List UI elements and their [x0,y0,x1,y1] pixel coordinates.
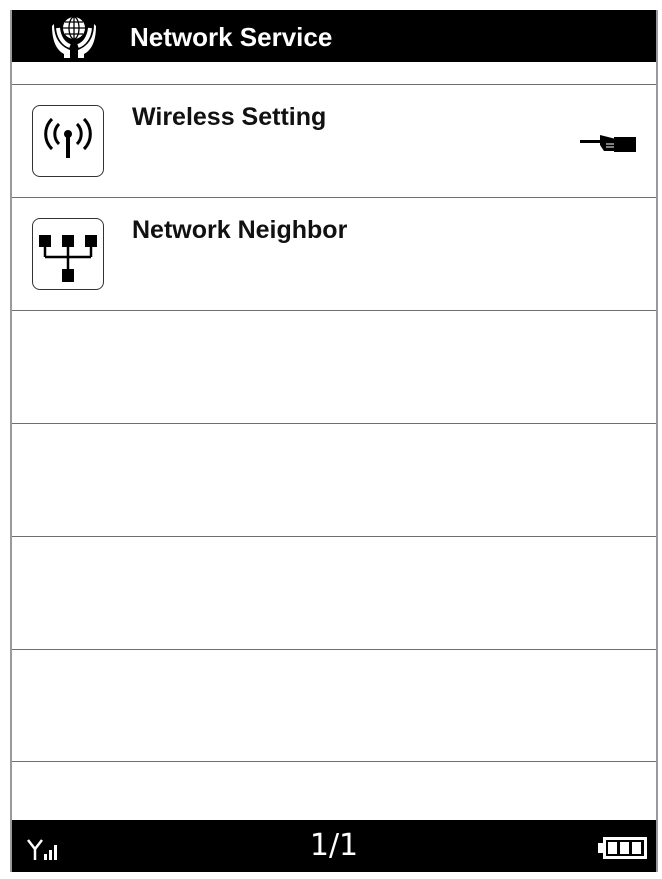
page-title: Network Service [130,22,333,52]
empty-list-row [12,649,656,762]
menu-item-network-neighbor[interactable]: Network Neighbor [12,197,656,310]
wireless-antenna-icon [32,105,104,177]
globe-hands-icon [50,14,98,60]
battery-icon [598,836,648,860]
menu-item-label: Wireless Setting [132,103,327,131]
page-indicator: 1/1 [309,828,359,863]
device-screen: Network Service Wireless Setting Network… [10,10,658,872]
title-bar: Network Service [12,10,656,62]
empty-list-row [12,423,656,536]
status-bar: 1/1 [12,820,656,872]
menu-item-label: Network Neighbor [132,216,348,244]
menu-item-wireless-setting[interactable]: Wireless Setting [12,84,656,197]
empty-list-row [12,310,656,423]
pointing-hand-icon [580,131,638,153]
network-tree-icon [32,218,104,290]
empty-list-row [12,536,656,649]
